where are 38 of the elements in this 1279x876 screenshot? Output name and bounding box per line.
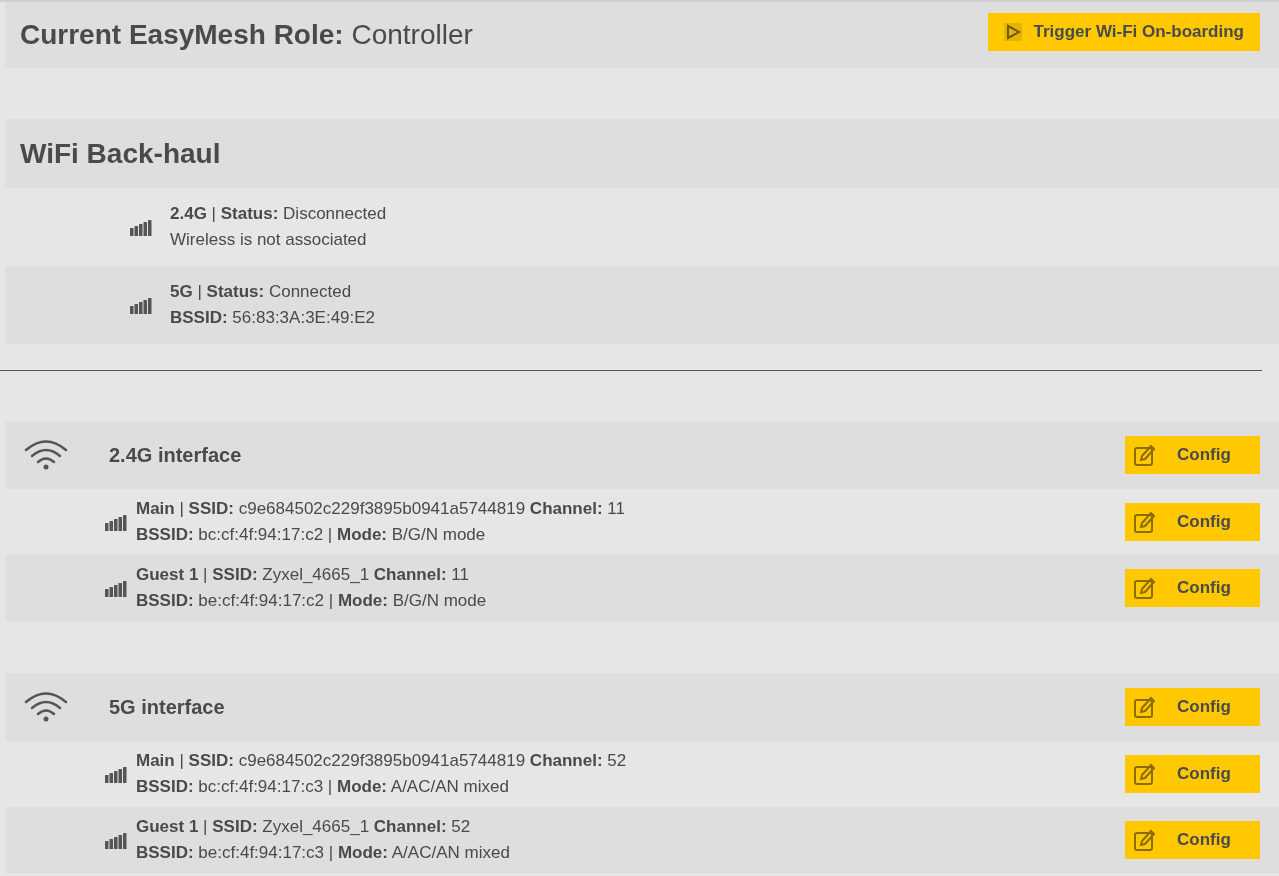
- signal-bars-icon: [105, 513, 127, 531]
- config-button[interactable]: Config: [1125, 503, 1260, 541]
- detail-text: Wireless is not associated: [170, 229, 368, 251]
- ssid-text: Guest 1 | SSID: Zyxel_4665_1 Channel: 11: [136, 564, 470, 586]
- signal-bars-icon: [105, 831, 127, 849]
- play-icon: [1003, 23, 1022, 41]
- edit-icon: [1133, 762, 1157, 786]
- wifi-icon: [23, 691, 69, 723]
- edit-icon: [1133, 576, 1157, 600]
- trigger-button[interactable]: Trigger Wi-Fi On-boarding: [987, 13, 1260, 51]
- signal-bars-icon: [105, 579, 127, 597]
- wifi-icon: [23, 439, 69, 471]
- signal-bars-icon: [105, 765, 127, 783]
- bssid-text: BSSID: be:cf:4f:94:17:c2 | Mode: B/G/N mode: [136, 590, 488, 612]
- ssid-text: Main | SSID: c9e684502c229f3895b0941a5744819 Channel: 11: [136, 498, 626, 520]
- ssid-text: Main | SSID: c9e684502c229f3895b0941a5744819 Channel: 52: [136, 750, 628, 772]
- config-button[interactable]: Config: [1125, 688, 1260, 726]
- interface-title: 2.4G interface: [109, 443, 243, 468]
- config-button[interactable]: Config: [1125, 821, 1260, 859]
- config-button[interactable]: Config: [1125, 569, 1260, 607]
- edit-icon: [1133, 443, 1157, 467]
- status-text: 2.4G | Status: Disconnected: [170, 203, 387, 225]
- signal-bars-icon: [130, 296, 152, 314]
- signal-bars-icon: [130, 218, 152, 236]
- detail-text: BSSID: 56:83:3A:3E:49:E2: [170, 307, 376, 329]
- bssid-text: BSSID: be:cf:4f:94:17:c3 | Mode: A/AC/AN mixed: [136, 842, 511, 864]
- interface-title: 5G interface: [109, 695, 226, 720]
- edit-icon: [1133, 510, 1157, 534]
- role-title: Current EasyMesh Role: Controller: [20, 18, 473, 52]
- config-button[interactable]: Config: [1125, 436, 1260, 474]
- config-button[interactable]: Config: [1125, 755, 1260, 793]
- bssid-text: BSSID: bc:cf:4f:94:17:c2 | Mode: B/G/N mode: [136, 524, 487, 546]
- status-text: 5G | Status: Connected: [170, 281, 353, 303]
- edit-icon: [1133, 828, 1157, 852]
- section-title: WiFi Back-haul: [20, 136, 221, 171]
- ssid-text: Guest 1 | SSID: Zyxel_4665_1 Channel: 52: [136, 816, 472, 838]
- edit-icon: [1133, 695, 1157, 719]
- bssid-text: BSSID: bc:cf:4f:94:17:c3 | Mode: A/AC/AN mixed: [136, 776, 510, 798]
